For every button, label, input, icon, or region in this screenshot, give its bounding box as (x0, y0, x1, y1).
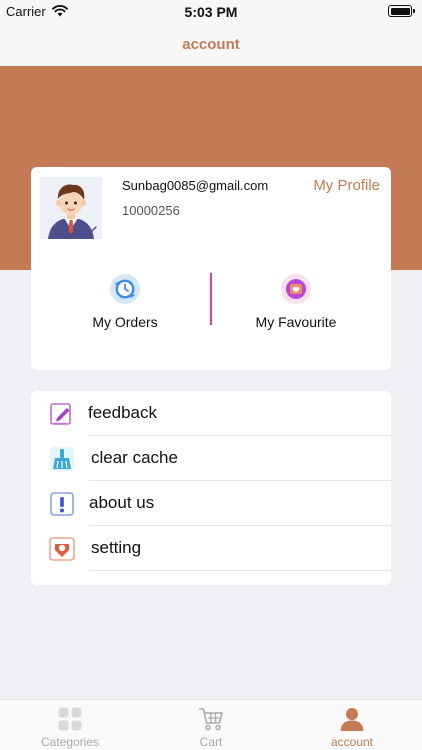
my-orders-button[interactable]: My Orders (45, 273, 205, 337)
menu-item-about-us[interactable]: about us (31, 481, 391, 526)
status-time: 5:03 PM (184, 4, 238, 20)
menu-label-setting: setting (91, 538, 142, 557)
avatar[interactable] (40, 177, 102, 239)
user-email: Sunbag0085@gmail.com (122, 178, 269, 193)
menu-label-clear-cache: clear cache (91, 448, 178, 467)
menu-divider (89, 570, 391, 571)
heart-icon (281, 274, 311, 304)
menu-item-setting[interactable]: setting (31, 526, 391, 571)
tab-label-account: account (330, 735, 374, 749)
clock-icon (110, 274, 140, 304)
profile-card: Sunbag0085@gmail.com 10000256 My Profile… (31, 167, 391, 370)
tab-label-cart: Cart (199, 735, 223, 749)
tab-categories[interactable]: Categories (0, 700, 140, 750)
tab-label-categories: Categories (40, 735, 100, 749)
nav-bar: account (0, 22, 422, 66)
my-favourite-button[interactable]: My Favourite (216, 273, 376, 337)
my-orders-label: My Orders (92, 314, 158, 330)
menu-item-clear-cache[interactable]: clear cache (31, 436, 391, 481)
person-icon (340, 708, 364, 731)
tab-account[interactable]: account (282, 700, 422, 750)
tab-cart[interactable]: Cart (141, 700, 281, 750)
battery-icon (388, 5, 415, 17)
edit-icon (50, 403, 71, 425)
grid-icon (58, 707, 82, 731)
cart-icon (198, 708, 223, 731)
tab-bar: Categories Cart account (0, 699, 422, 750)
info-icon (50, 492, 74, 516)
my-profile-link[interactable]: My Profile (313, 177, 380, 194)
user-id: 10000256 (122, 203, 180, 218)
menu-item-feedback[interactable]: feedback (31, 391, 391, 436)
menu-label-about-us: about us (89, 493, 155, 512)
settings-icon (49, 537, 75, 561)
settings-menu: feedback clear cache about us setting (31, 391, 391, 585)
my-favourite-label: My Favourite (255, 314, 337, 330)
page-title: account (182, 36, 240, 53)
status-bar: Carrier 5:03 PM (0, 0, 422, 22)
broom-icon (50, 447, 74, 471)
menu-label-feedback: feedback (88, 403, 157, 422)
shortcut-divider (210, 273, 212, 325)
avatar-illustration (48, 184, 97, 239)
